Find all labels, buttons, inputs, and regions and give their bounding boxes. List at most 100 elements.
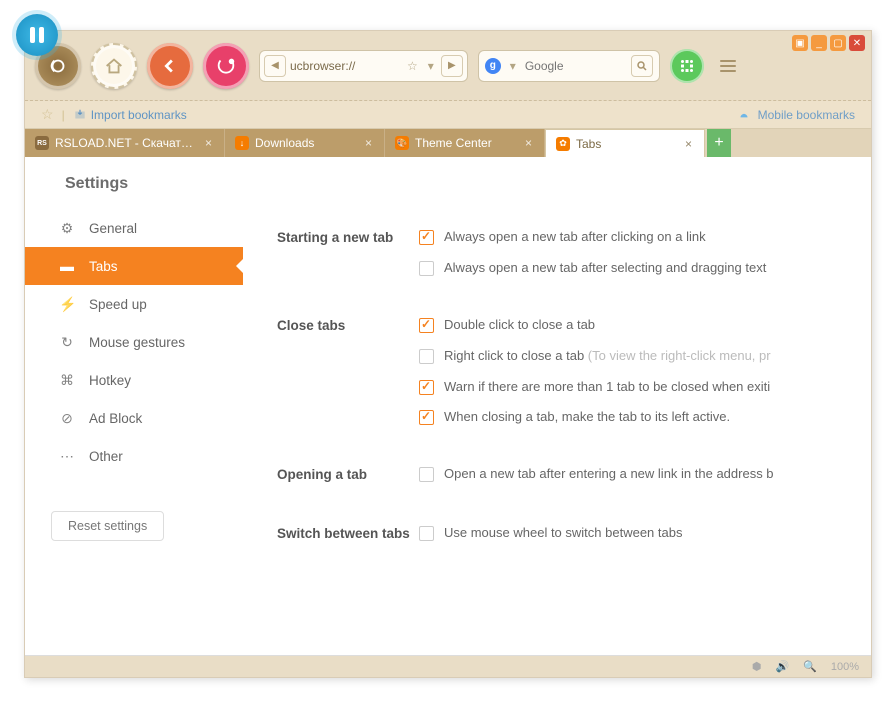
addr-dropdown-icon[interactable]: ▾ — [425, 59, 437, 73]
mobile-bookmarks-link[interactable]: Mobile bookmarks — [736, 108, 855, 122]
sidebar-item-tabs[interactable]: ▬ Tabs — [25, 247, 243, 285]
acorn-icon[interactable]: ⬢ — [752, 660, 762, 673]
tab-close-icon[interactable]: × — [683, 137, 694, 151]
tab-0[interactable]: RS RSLOAD.NET - Скачать с… × — [25, 129, 225, 157]
home-button[interactable] — [91, 43, 137, 89]
setting-option[interactable]: Always open a new tab after clicking on … — [419, 229, 871, 246]
checkbox[interactable] — [419, 349, 434, 364]
url-input[interactable] — [290, 59, 400, 73]
option-label: Right click to close a tab (To view the … — [444, 348, 771, 365]
main-menu-button[interactable] — [714, 52, 742, 80]
checkbox[interactable] — [419, 526, 434, 541]
section-title: Opening a tab — [277, 466, 419, 485]
win-close-button[interactable]: ✕ — [849, 35, 865, 51]
tab-label: RSLOAD.NET - Скачать с… — [55, 136, 197, 150]
sidebar-icon: ⚡ — [59, 296, 75, 313]
sidebar-item-label: Speed up — [89, 297, 147, 312]
option-label: Double click to close a tab — [444, 317, 595, 334]
page-content: Settings ⚙General ▬ Tabs ⚡ Speed up ↻Mouse ge… — [25, 157, 871, 655]
sidebar-item-label: Hotkey — [89, 373, 131, 388]
extensions-button[interactable] — [670, 49, 704, 83]
status-bar: ⬢ 🔊 🔍 100% — [25, 655, 871, 677]
new-tab-button[interactable]: + — [707, 129, 731, 157]
reset-settings-button[interactable]: Reset settings — [51, 511, 164, 541]
win-maximize-button[interactable]: ▢ — [830, 35, 846, 51]
page-title: Settings — [25, 157, 871, 207]
zoom-level: 100% — [831, 661, 859, 673]
setting-option[interactable]: Double click to close a tab — [419, 317, 871, 334]
sidebar-item-other[interactable]: ⋯Other — [25, 437, 243, 475]
tab-close-icon[interactable]: × — [523, 136, 534, 150]
settings-section: Opening a tabOpen a new tab after enteri… — [277, 466, 871, 485]
back-button[interactable] — [147, 43, 193, 89]
setting-option[interactable]: Always open a new tab after selecting an… — [419, 260, 871, 277]
checkbox[interactable] — [419, 380, 434, 395]
search-input[interactable] — [525, 59, 625, 73]
bookmark-star-icon[interactable]: ☆ — [404, 59, 421, 73]
sidebar-item-speed-up[interactable]: ⚡ Speed up — [25, 285, 243, 323]
tab-label: Downloads — [255, 136, 357, 150]
setting-option[interactable]: Warn if there are more than 1 tab to be … — [419, 379, 871, 396]
sidebar-item-ad-block[interactable]: ⊘Ad Block — [25, 399, 243, 437]
sidebar-item-label: Mouse gestures — [89, 335, 185, 350]
top-toolbar: ▣ _ ▢ ✕ ◀ ☆ ▾ ▶ g ▾ — [25, 31, 871, 101]
bookmarks-star-icon[interactable]: ☆ — [41, 106, 54, 123]
tab-bar: RSRSLOAD.NET - Скачать с…×↓Downloads×🎨Th… — [25, 129, 871, 157]
checkbox[interactable] — [419, 410, 434, 425]
settings-section: Switch between tabs Use mouse wheel to sw… — [277, 525, 871, 544]
option-label: Always open a new tab after selecting an… — [444, 260, 766, 277]
sidebar-item-hotkey[interactable]: ⌘Hotkey — [25, 361, 243, 399]
checkbox[interactable] — [419, 261, 434, 276]
address-bar: ◀ ☆ ▾ ▶ — [259, 50, 468, 82]
sidebar-item-label: Tabs — [89, 259, 118, 274]
setting-option[interactable]: Open a new tab after entering a new link… — [419, 466, 871, 483]
search-button[interactable] — [631, 55, 653, 77]
import-bookmarks-link[interactable]: Import bookmarks — [73, 108, 187, 122]
google-engine-icon[interactable]: g — [485, 58, 501, 74]
sidebar-icon: ⊘ — [59, 410, 75, 427]
option-label: When closing a tab, make the tab to its … — [444, 409, 730, 426]
section-title: Starting a new tab — [277, 229, 419, 277]
tab-favicon-icon: 🎨 — [395, 136, 409, 150]
option-label: Warn if there are more than 1 tab to be … — [444, 379, 770, 396]
tab-label: Tabs — [576, 137, 677, 151]
browser-window: ▣ _ ▢ ✕ ◀ ☆ ▾ ▶ g ▾ — [24, 30, 872, 678]
tab-close-icon[interactable]: × — [363, 136, 374, 150]
sidebar-icon: ⋯ — [59, 448, 75, 465]
tab-close-icon[interactable]: × — [203, 136, 214, 150]
settings-content: Starting a new tabAlways open a new tab … — [243, 207, 871, 655]
sound-icon[interactable]: 🔊 — [775, 660, 789, 673]
sidebar-icon: ⚙ — [59, 220, 75, 237]
window-controls: ▣ _ ▢ ✕ — [792, 35, 865, 51]
setting-option[interactable]: Use mouse wheel to switch between tabs — [419, 525, 871, 542]
checkbox[interactable] — [419, 467, 434, 482]
settings-sidebar: ⚙General ▬ Tabs ⚡ Speed up ↻Mouse gestures⌘Ho… — [25, 207, 243, 655]
tab-favicon-icon: ↓ — [235, 136, 249, 150]
setting-option[interactable]: When closing a tab, make the tab to its … — [419, 409, 871, 426]
bookmarks-bar: ☆ | Import bookmarks Mobile bookmarks — [25, 101, 871, 129]
sidebar-item-general[interactable]: ⚙General — [25, 209, 243, 247]
section-title: Close tabs — [277, 317, 419, 427]
tab-3[interactable]: ✿ Tabs × — [545, 129, 705, 157]
checkbox[interactable] — [419, 318, 434, 333]
settings-section: Starting a new tabAlways open a new tab … — [277, 229, 871, 277]
setting-option[interactable]: Right click to close a tab (To view the … — [419, 348, 871, 365]
tab-2[interactable]: 🎨Theme Center× — [385, 129, 545, 157]
search-engine-dropdown-icon[interactable]: ▾ — [507, 59, 519, 73]
tab-favicon-icon: RS — [35, 136, 49, 150]
checkbox[interactable] — [419, 230, 434, 245]
tab-1[interactable]: ↓ Downloads × — [225, 129, 385, 157]
win-pin-button[interactable]: ▣ — [792, 35, 808, 51]
win-minimize-button[interactable]: _ — [811, 35, 827, 51]
section-title: Switch between tabs — [277, 525, 419, 544]
forward-button[interactable] — [203, 43, 249, 89]
option-label: Use mouse wheel to switch between tabs — [444, 525, 682, 542]
addr-go-button[interactable]: ▶ — [441, 55, 463, 77]
addr-prev-button[interactable]: ◀ — [264, 55, 286, 77]
sidebar-icon: ▬ — [59, 258, 75, 274]
search-bar: g ▾ — [478, 50, 660, 82]
tab-favicon-icon: ✿ — [556, 137, 570, 151]
zoom-icon[interactable]: 🔍 — [803, 660, 817, 673]
pause-badge-icon — [16, 14, 58, 56]
sidebar-item-mouse-gestures[interactable]: ↻Mouse gestures — [25, 323, 243, 361]
